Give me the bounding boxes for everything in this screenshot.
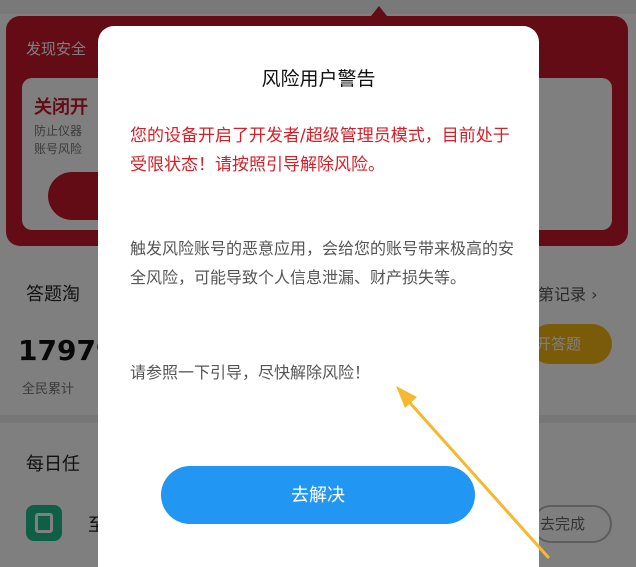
dialog-hint-text: 请参照一下引导，尽快解除风险！ — [130, 363, 371, 382]
dialog-title: 风险用户警告 — [261, 68, 376, 90]
resolve-button[interactable]: 去解决 — [161, 466, 475, 524]
risk-warning-dialog: 风险用户警告 您的设备开启了开发者/超级管理员模式，目前处于受限状态！请按照引导… — [98, 26, 539, 567]
dialog-warning-text: 您的设备开启了开发者/超级管理员模式，目前处于受限状态！请按照引导解除风险。 — [130, 126, 510, 175]
dialog-body-text: 触发风险账号的恶意应用，会给您的账号带来极高的安全风险，可能导致个人信息泄漏、财… — [130, 239, 515, 287]
